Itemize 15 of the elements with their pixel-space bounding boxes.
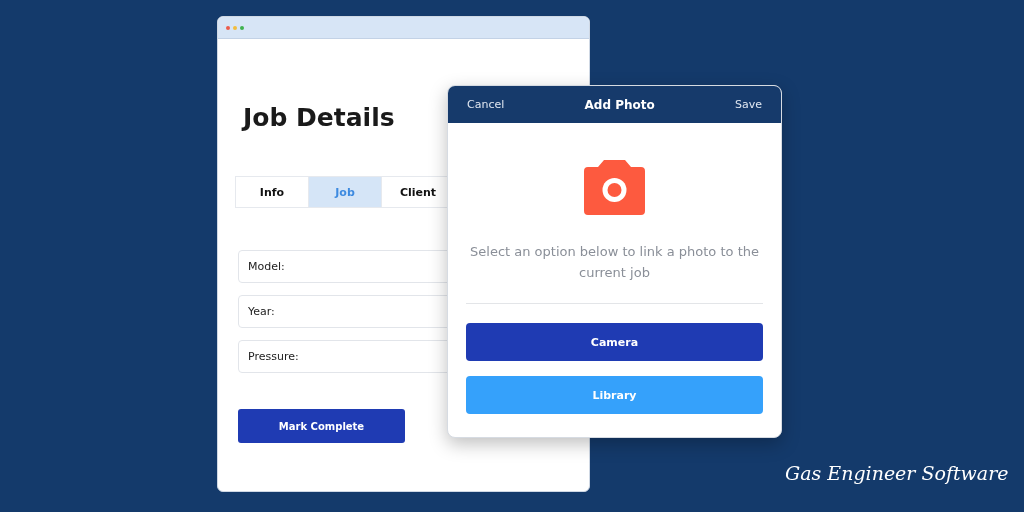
tab[interactable]: Info	[235, 176, 308, 208]
brand-logo-text: Gas Engineer Software	[785, 462, 1009, 484]
dialog-title: Add Photo	[584, 97, 655, 112]
mark-complete-button[interactable]: Mark Complete	[238, 409, 405, 443]
cancel-button[interactable]: Cancel	[467, 98, 505, 111]
minimize-dot-icon[interactable]	[233, 25, 237, 30]
page-title: Job Details	[243, 102, 395, 134]
camera-icon	[584, 160, 645, 215]
close-dot-icon[interactable]	[226, 25, 230, 30]
maximize-dot-icon[interactable]	[240, 25, 244, 30]
field-label: Pressure:	[248, 350, 299, 363]
save-button[interactable]: Save	[735, 98, 762, 111]
field-label: Year:	[248, 305, 275, 318]
camera-button[interactable]: Camera	[466, 323, 763, 361]
field-label: Model:	[248, 260, 285, 273]
